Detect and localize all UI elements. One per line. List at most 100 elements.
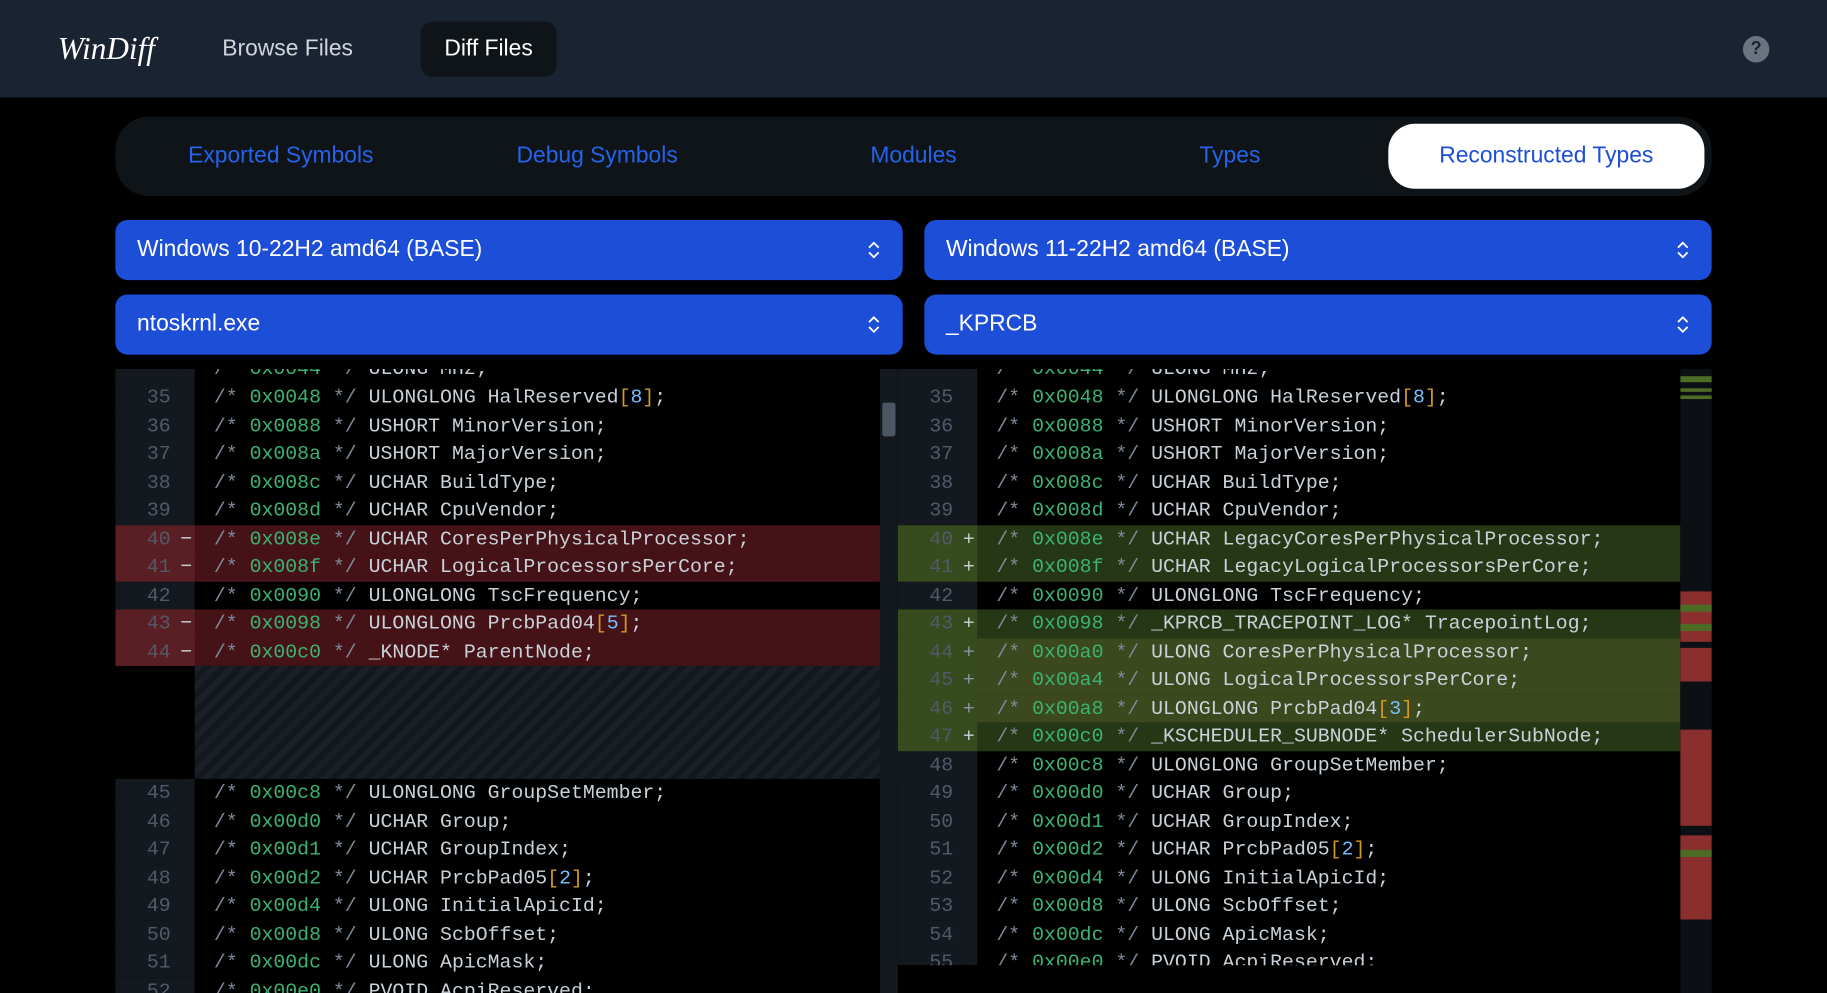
line-number — [898, 369, 961, 383]
code-line: 50 /* 0x00d1 */ UCHAR GroupIndex; — [898, 807, 1681, 835]
diff-marker: + — [960, 638, 977, 666]
minimap-segment[interactable] — [1680, 648, 1711, 682]
code-line: 43+ /* 0x0098 */ _KPRCB_TRACEPOINT_LOG* … — [898, 609, 1681, 637]
code-content: /* 0x00d4 */ ULONG InitialApicId; — [195, 892, 898, 920]
minimap-segment[interactable] — [1680, 605, 1711, 612]
tab-modules[interactable]: Modules — [755, 124, 1071, 189]
code-line: 52 /* 0x00e0 */ PVOID AcpiReserved; — [115, 977, 898, 993]
diff-marker — [960, 412, 977, 440]
line-number: 41 — [898, 553, 961, 581]
code-content: /* 0x00a4 */ ULONG LogicalProcessorsPerC… — [977, 666, 1680, 694]
help-icon[interactable]: ? — [1743, 35, 1769, 61]
line-number: 38 — [898, 468, 961, 496]
diff-marker — [960, 751, 977, 779]
line-number: 42 — [898, 581, 961, 609]
diff-pane-left[interactable]: /* 0x0044 */ ULONG MHz; 35 /* 0x0048 */ U… — [115, 369, 898, 993]
scrollbar[interactable] — [880, 369, 898, 993]
code-content: /* 0x00d1 */ UCHAR GroupIndex; — [977, 807, 1680, 835]
code-line: 50 /* 0x00d8 */ ULONG ScbOffset; — [115, 920, 898, 948]
diff-marker: − — [178, 553, 195, 581]
minimap-segment[interactable] — [1680, 624, 1711, 631]
diff-marker — [960, 835, 977, 863]
diff-view: /* 0x0044 */ ULONG MHz;35 /* 0x0048 */ U… — [115, 369, 1711, 993]
diff-marker — [960, 581, 977, 609]
diff-marker — [960, 892, 977, 920]
scrollbar-thumb[interactable] — [882, 403, 895, 437]
type-label: _KPRCB — [946, 311, 1037, 337]
tab-exported-symbols[interactable]: Exported Symbols — [123, 124, 439, 189]
diff-marker: + — [960, 666, 977, 694]
diff-marker — [178, 468, 195, 496]
binary-selector[interactable]: ntoskrnl.exe — [115, 294, 902, 354]
tab-types[interactable]: Types — [1072, 124, 1388, 189]
line-number: 52 — [898, 864, 961, 892]
tab-debug-symbols[interactable]: Debug Symbols — [439, 124, 755, 189]
minimap-segment[interactable] — [1680, 591, 1711, 641]
code-content: /* 0x00d2 */ UCHAR PrcbPad05[2]; — [195, 864, 898, 892]
code-content: /* 0x0048 */ ULONGLONG HalReserved[8]; — [195, 383, 898, 411]
code-content: /* 0x00d2 */ UCHAR PrcbPad05[2]; — [977, 835, 1680, 863]
minimap-segment[interactable] — [1680, 730, 1711, 826]
updown-icon — [867, 316, 881, 333]
line-number: 48 — [898, 751, 961, 779]
code-content: /* 0x00d0 */ UCHAR Group; — [977, 779, 1680, 807]
minimap-segment[interactable] — [1680, 835, 1711, 919]
diff-marker: − — [178, 638, 195, 666]
line-number: 35 — [898, 383, 961, 411]
line-number: 46 — [898, 694, 961, 722]
code-content: /* 0x008f */ UCHAR LogicalProcessorsPerC… — [195, 553, 898, 581]
code-content: /* 0x0048 */ ULONGLONG HalReserved[8]; — [977, 383, 1680, 411]
diff-marker — [178, 369, 195, 383]
code-content: /* 0x00c0 */ _KSCHEDULER_SUBNODE* Schedu… — [977, 722, 1680, 750]
type-selector[interactable]: _KPRCB — [924, 294, 1711, 354]
line-number: 35 — [115, 383, 178, 411]
diff-pane-right[interactable]: /* 0x0044 */ ULONG MHz; 35 /* 0x0048 */ U… — [898, 369, 1681, 993]
code-content: /* 0x00d8 */ ULONG ScbOffset; — [195, 920, 898, 948]
code-line: 36 /* 0x0088 */ USHORT MinorVersion; — [898, 412, 1681, 440]
right-version-selector[interactable]: Windows 11-22H2 amd64 (BASE) — [924, 220, 1711, 280]
code-line: 47 /* 0x00d1 */ UCHAR GroupIndex; — [115, 835, 898, 863]
diff-spacer — [195, 666, 898, 779]
diff-marker — [960, 948, 977, 965]
tab-reconstructed-types[interactable]: Reconstructed Types — [1388, 124, 1704, 189]
minimap-segment[interactable] — [1680, 850, 1711, 857]
line-number: 47 — [898, 722, 961, 750]
code-line: 44− /* 0x00c0 */ _KNODE* ParentNode; — [115, 638, 898, 666]
line-number: 49 — [115, 892, 178, 920]
code-line: 39 /* 0x008d */ UCHAR CpuVendor; — [898, 496, 1681, 524]
code-content: /* 0x0044 */ ULONG MHz; — [195, 369, 898, 383]
code-content: /* 0x0088 */ USHORT MinorVersion; — [977, 412, 1680, 440]
diff-marker — [178, 412, 195, 440]
code-line: 44+ /* 0x00a0 */ ULONG CoresPerPhysicalP… — [898, 638, 1681, 666]
diff-minimap[interactable] — [1680, 369, 1711, 993]
minimap-segment[interactable] — [1680, 376, 1711, 382]
updown-icon — [1676, 242, 1690, 259]
line-number: 55 — [898, 948, 961, 965]
line-number: 46 — [115, 807, 178, 835]
diff-marker — [178, 864, 195, 892]
code-content: /* 0x00e0 */ PVOID AcpiReserved; — [195, 977, 898, 993]
minimap-segment[interactable] — [1680, 388, 1711, 392]
diff-marker — [178, 440, 195, 468]
line-number: 36 — [115, 412, 178, 440]
line-number: 40 — [115, 525, 178, 553]
app-logo: WinDiff — [58, 31, 155, 67]
code-line: 40− /* 0x008e */ UCHAR CoresPerPhysicalP… — [115, 525, 898, 553]
code-content: /* 0x0044 */ ULONG MHz; — [977, 369, 1680, 383]
diff-marker — [960, 864, 977, 892]
code-content: /* 0x0090 */ ULONGLONG TscFrequency; — [977, 581, 1680, 609]
nav-browse-files[interactable]: Browse Files — [198, 21, 377, 76]
minimap-segment[interactable] — [1680, 395, 1711, 399]
left-version-selector[interactable]: Windows 10-22H2 amd64 (BASE) — [115, 220, 902, 280]
diff-marker — [178, 496, 195, 524]
diff-marker — [178, 779, 195, 807]
code-content: /* 0x008f */ UCHAR LegacyLogicalProcesso… — [977, 553, 1680, 581]
nav-diff-files[interactable]: Diff Files — [420, 21, 557, 76]
code-line: 37 /* 0x008a */ USHORT MajorVersion; — [115, 440, 898, 468]
line-number: 37 — [898, 440, 961, 468]
code-line: 54 /* 0x00dc */ ULONG ApicMask; — [898, 920, 1681, 948]
code-line: 51 /* 0x00dc */ ULONG ApicMask; — [115, 948, 898, 976]
code-content: /* 0x00c8 */ ULONGLONG GroupSetMember; — [195, 779, 898, 807]
diff-marker — [178, 977, 195, 993]
line-number: 49 — [898, 779, 961, 807]
